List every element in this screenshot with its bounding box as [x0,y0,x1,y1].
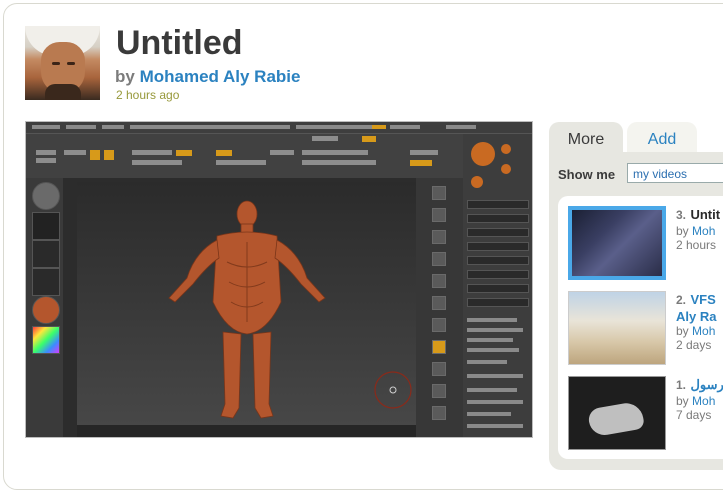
app-right-shelf [416,178,463,437]
app-toolbar [26,134,463,178]
list-item[interactable]: 2. VFS Aly Ra by Moh 2 days [568,291,723,367]
app-canvas [77,182,416,425]
list-item[interactable]: 3. Untit by Moh 2 hours [568,206,723,282]
show-me-select[interactable]: my videos [627,163,723,183]
video-player[interactable] [25,121,533,438]
video-thumbnail[interactable] [568,206,666,280]
video-title-link[interactable]: Untit [690,207,720,222]
author-avatar[interactable] [25,26,100,100]
video-title-link[interactable]: رسول [690,377,723,392]
by-prefix: by [676,324,689,338]
video-thumbnail[interactable] [568,291,666,365]
video-number: 2. [676,293,687,307]
show-me-label: Show me [558,167,616,182]
video-title: Untitled [116,24,243,62]
author-link[interactable]: Mohamed Aly Rabie [140,67,301,86]
by-prefix: by [676,224,689,238]
byline: by Mohamed Aly Rabie [115,67,300,87]
by-prefix: by [676,394,689,408]
video-time: 7 days [676,408,712,422]
video-number: 3. [676,208,687,222]
video-title-link-line2[interactable]: Aly Ra [676,309,723,324]
figure-model [168,200,412,419]
video-title-link[interactable]: VFS [690,292,715,307]
video-number: 1. [676,378,687,392]
video-time: 2 hours [676,238,717,252]
author-link[interactable]: Moh [692,394,715,408]
author-link[interactable]: Moh [692,224,715,238]
app-status-bar [77,425,416,437]
list-item[interactable]: 1. رسول by Moh 7 days [568,376,723,452]
video-list: 3. Untit by Moh 2 hours 2. VFS Aly Ra by… [558,196,723,459]
app-left-panel [26,178,63,437]
by-prefix: by [115,67,135,86]
upload-time: 2 hours ago [116,88,180,102]
app-tool-palette [463,134,532,437]
video-time: 2 days [676,338,712,352]
app-menubar [26,122,532,134]
video-thumbnail[interactable] [568,376,666,450]
author-link[interactable]: Moh [692,324,715,338]
